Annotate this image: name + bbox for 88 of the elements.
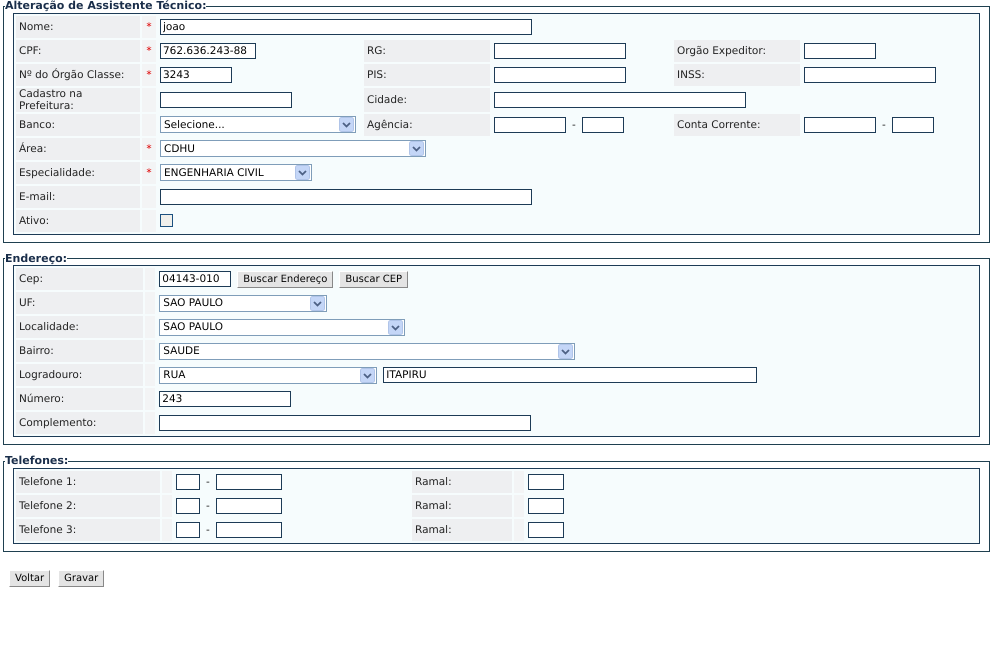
field-label: Banco: <box>16 114 140 136</box>
text-field[interactable] <box>159 415 532 432</box>
required-mark: * <box>146 44 152 57</box>
separator-text: - <box>572 118 576 131</box>
text-field[interactable] <box>494 116 566 133</box>
text-field[interactable]: ITAPIRU <box>383 367 758 384</box>
required-mark: * <box>146 166 152 179</box>
dropdown[interactable]: SAO PAULO <box>159 318 406 336</box>
field-label: Localidade: <box>16 316 144 338</box>
separator-text: - <box>882 118 886 131</box>
chevron-down-icon <box>388 320 404 335</box>
required-mark: * <box>146 142 152 155</box>
field-label: Especialidade: <box>16 162 140 184</box>
dropdown[interactable]: RUA <box>159 366 378 384</box>
form-button[interactable]: Voltar <box>9 570 50 587</box>
text-field[interactable]: joao <box>160 18 532 35</box>
text-field[interactable] <box>216 522 282 538</box>
field-label: Logradouro: <box>16 364 144 386</box>
dropdown[interactable]: Selecione... <box>160 116 356 134</box>
field-label: Telefone 1: <box>16 470 160 493</box>
separator-text: - <box>206 476 210 488</box>
chevron-down-icon <box>558 344 574 359</box>
text-field[interactable] <box>176 522 200 538</box>
dropdown[interactable]: ENGENHARIA CIVIL <box>160 164 312 182</box>
chevron-down-icon <box>339 117 354 132</box>
chevron-down-icon <box>310 296 326 311</box>
text-field[interactable] <box>528 522 564 538</box>
action-button[interactable]: Buscar CEP <box>339 270 408 288</box>
text-field[interactable]: 04143-010 <box>159 271 232 288</box>
field-label: Cidade: <box>364 88 490 112</box>
text-field[interactable] <box>892 116 934 133</box>
field-label: Telefone 2: <box>16 494 160 517</box>
field-label: PIS: <box>364 64 490 86</box>
field-label: Cadastro na Prefeitura: <box>16 88 140 112</box>
field-label: Nome: <box>16 16 140 38</box>
text-field[interactable] <box>160 92 292 108</box>
chevron-down-icon <box>360 368 376 383</box>
separator-text: - <box>206 500 210 512</box>
field-label: Ramal: <box>412 470 512 493</box>
checkbox[interactable] <box>160 214 173 228</box>
field-label: Telefone 3: <box>16 518 160 541</box>
field-label: Bairro: <box>16 340 144 362</box>
text-field[interactable] <box>804 116 876 133</box>
text-field[interactable] <box>804 42 876 59</box>
dropdown[interactable]: SAO PAULO <box>159 294 328 312</box>
text-field[interactable] <box>176 474 200 490</box>
field-label: Área: <box>16 138 140 160</box>
separator-text: - <box>206 524 210 536</box>
dropdown[interactable]: CDHU <box>160 140 426 158</box>
text-field[interactable] <box>216 474 282 490</box>
field-label: Cep: <box>16 268 144 290</box>
field-label: INSS: <box>674 64 800 86</box>
field-label: Ramal: <box>412 518 512 541</box>
action-button[interactable]: Buscar Endereço <box>237 270 334 288</box>
field-label: CPF: <box>16 40 140 62</box>
form-button[interactable]: Gravar <box>58 570 104 587</box>
required-mark: * <box>146 20 152 33</box>
field-label: Ativo: <box>16 210 140 232</box>
text-field[interactable] <box>528 498 564 514</box>
chevron-down-icon <box>295 165 310 180</box>
field-label: Número: <box>16 388 144 410</box>
chevron-down-icon <box>409 141 424 156</box>
field-label: Nº do Órgão Classe: <box>16 64 140 86</box>
text-field[interactable] <box>804 66 936 83</box>
field-label: Agência: <box>364 114 490 136</box>
text-field[interactable] <box>582 116 624 133</box>
text-field[interactable] <box>494 66 626 83</box>
text-field[interactable]: 3243 <box>160 66 232 83</box>
text-field[interactable] <box>528 474 564 490</box>
field-label: UF: <box>16 292 144 314</box>
field-label: Orgão Expeditor: <box>674 40 800 62</box>
text-field[interactable] <box>216 498 282 514</box>
field-label: Ramal: <box>412 494 512 517</box>
text-field[interactable] <box>176 498 200 514</box>
section-title: Telefones: <box>5 455 68 468</box>
text-field[interactable] <box>494 92 746 108</box>
text-field[interactable]: 762.636.243-88 <box>160 42 256 59</box>
dropdown[interactable]: SAUDE <box>159 342 576 360</box>
text-field[interactable] <box>494 42 626 59</box>
section-title: Endereço: <box>5 252 68 266</box>
field-label: E-mail: <box>16 186 140 208</box>
field-label: RG: <box>364 40 490 62</box>
field-label: Conta Corrente: <box>674 114 800 136</box>
section-title: Alteração de Assistente Técnico: <box>5 0 206 13</box>
field-label: Complemento: <box>16 412 144 434</box>
required-mark: * <box>146 68 152 81</box>
text-field[interactable]: 243 <box>159 391 292 408</box>
text-field[interactable] <box>160 188 532 205</box>
